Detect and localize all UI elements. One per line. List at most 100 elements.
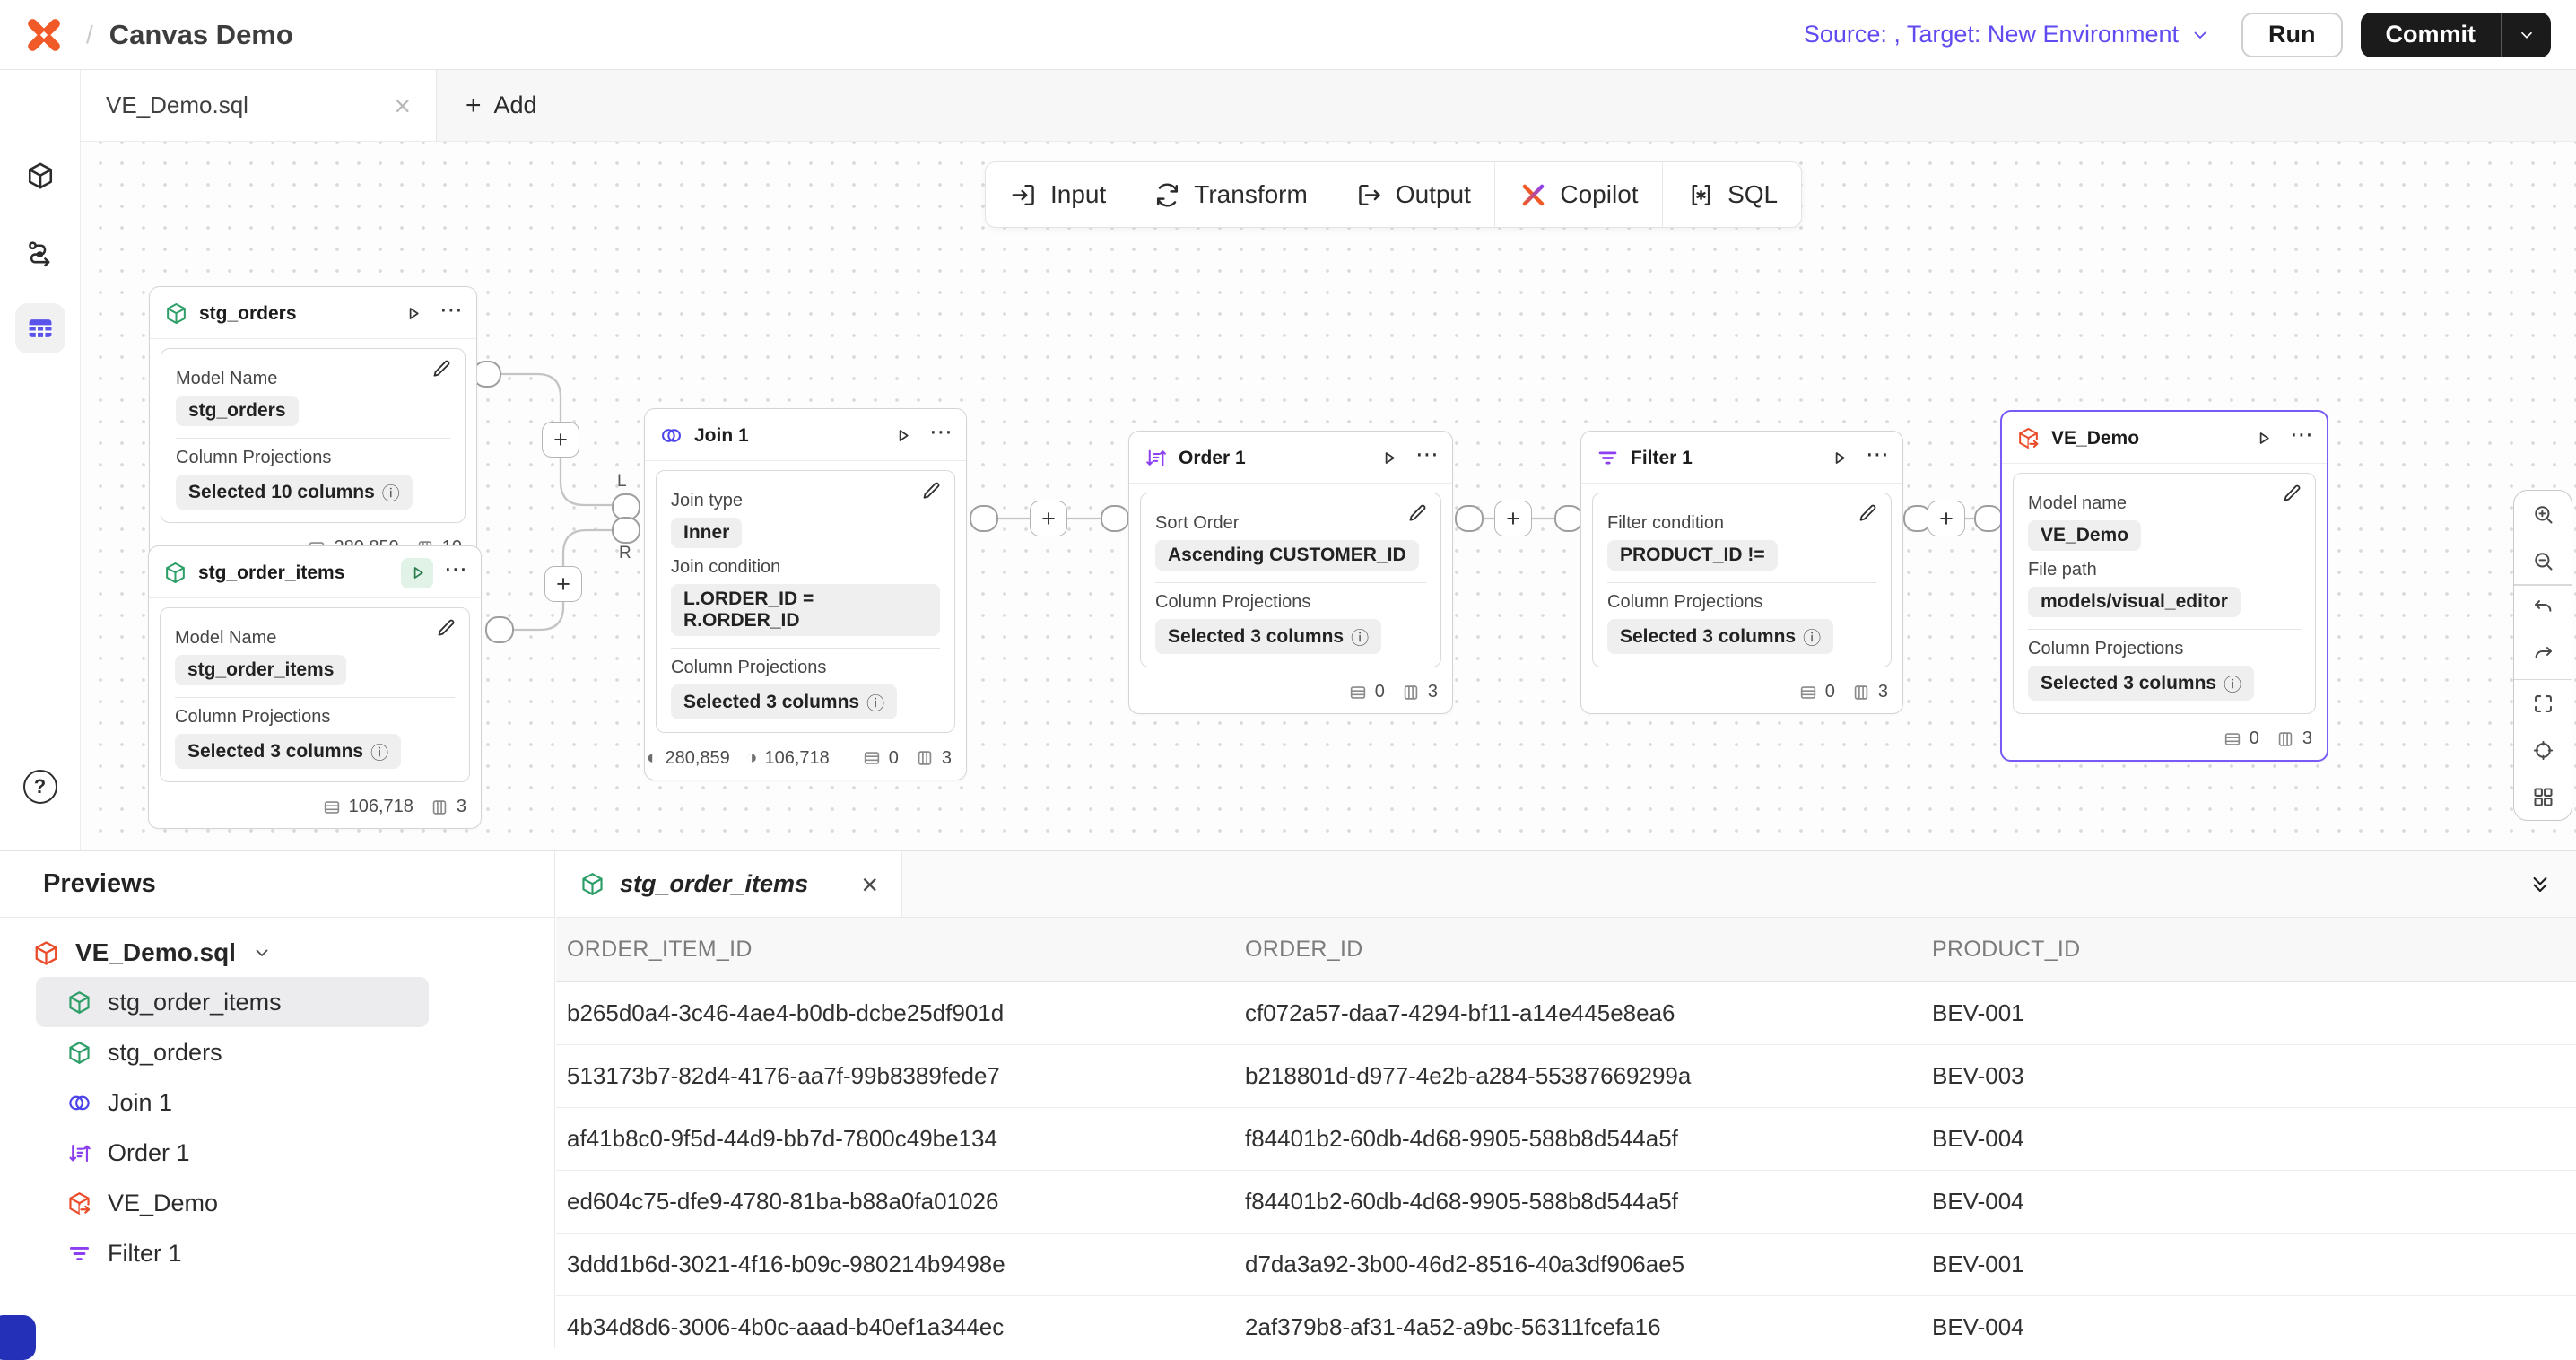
field-value-chip[interactable]: Selected 3 columnsⓘ bbox=[1155, 619, 1381, 654]
node-stats: ◐280,859 ◑106,718 0 3 bbox=[645, 742, 966, 780]
toolbar-input-button[interactable]: Input bbox=[986, 162, 1129, 227]
input-handle-left[interactable] bbox=[613, 494, 640, 519]
chevron-down-icon[interactable] bbox=[251, 942, 273, 963]
field-value-chip[interactable]: models/visual_editor bbox=[2028, 587, 2241, 617]
more-options-button[interactable]: ⋯ bbox=[439, 296, 464, 331]
chat-widget-button[interactable] bbox=[0, 1315, 36, 1360]
input-handle-right[interactable] bbox=[613, 518, 640, 543]
edit-pencil-icon[interactable] bbox=[2281, 483, 2304, 506]
node-join-1[interactable]: Join 1 ⋯ Join type Inner Join condition … bbox=[644, 408, 967, 780]
field-value-chip[interactable]: Ascending CUSTOMER_ID bbox=[1155, 540, 1419, 571]
field-value-chip[interactable]: Selected 10 columnsⓘ bbox=[176, 475, 413, 510]
play-button[interactable] bbox=[1372, 443, 1405, 474]
zoom-in-button[interactable] bbox=[2514, 491, 2572, 537]
output-handle[interactable] bbox=[970, 506, 997, 531]
more-options-button[interactable]: ⋯ bbox=[1866, 440, 1890, 475]
add-tab-button[interactable]: + Add bbox=[437, 70, 566, 141]
toolbar-sql-button[interactable]: SQL bbox=[1663, 162, 1801, 227]
node-stg-order-items[interactable]: stg_order_items ⋯ Model Name stg_order_i… bbox=[148, 545, 482, 829]
play-button[interactable] bbox=[401, 558, 433, 588]
cell-order-id: 2af379b8-af31-4a52-a9bc-56311fcefa16 bbox=[1234, 1313, 1921, 1341]
tree-item-join-1[interactable]: Join 1 bbox=[36, 1077, 429, 1128]
tree-item-order-1[interactable]: Order 1 bbox=[36, 1128, 429, 1178]
locate-button[interactable] bbox=[2514, 727, 2572, 773]
field-value-chip[interactable]: Selected 3 columnsⓘ bbox=[175, 734, 401, 769]
help-button[interactable]: ? bbox=[23, 770, 57, 804]
close-icon[interactable]: × bbox=[394, 92, 411, 120]
tree-item-stg-orders[interactable]: stg_orders bbox=[36, 1027, 429, 1077]
commit-dropdown-button[interactable] bbox=[2502, 13, 2551, 57]
run-button[interactable]: Run bbox=[2241, 13, 2342, 57]
rail-table-button[interactable] bbox=[15, 303, 65, 353]
field-value-chip[interactable]: Selected 3 columnsⓘ bbox=[671, 684, 897, 719]
field-value-chip[interactable]: Inner bbox=[671, 518, 742, 548]
more-options-button[interactable]: ⋯ bbox=[2290, 421, 2314, 456]
node-filter-1[interactable]: Filter 1 ⋯ Filter condition PRODUCT_ID !… bbox=[1580, 431, 1903, 714]
edit-pencil-icon[interactable] bbox=[1857, 502, 1880, 526]
input-handle[interactable] bbox=[1975, 506, 2002, 531]
rail-pipeline-button[interactable] bbox=[15, 228, 65, 278]
preview-tab-stg-order-items[interactable]: stg_order_items × bbox=[556, 851, 902, 917]
add-node-on-edge-button[interactable]: + bbox=[542, 422, 579, 458]
play-button[interactable] bbox=[396, 299, 429, 329]
environment-selector[interactable]: Source: , Target: New Environment bbox=[1804, 21, 2211, 48]
add-node-on-edge-button[interactable]: + bbox=[1030, 501, 1067, 536]
output-handle[interactable] bbox=[474, 362, 500, 387]
info-icon[interactable]: ⓘ bbox=[1351, 623, 1369, 649]
tree-file-ve-demo-sql[interactable]: VE_Demo.sql bbox=[0, 928, 554, 977]
edit-pencil-icon[interactable] bbox=[920, 480, 944, 503]
toolbar-transform-button[interactable]: Transform bbox=[1129, 162, 1331, 227]
field-value-chip[interactable]: stg_orders bbox=[176, 396, 299, 426]
add-node-on-edge-button[interactable]: + bbox=[544, 566, 582, 602]
toolbar-copilot-button[interactable]: Copilot bbox=[1495, 162, 1661, 227]
edit-pencil-icon[interactable] bbox=[431, 358, 454, 381]
edit-pencil-icon[interactable] bbox=[1406, 502, 1430, 526]
cell-order-id: f84401b2-60db-4d68-9905-588b8d544a5f bbox=[1234, 1188, 1921, 1216]
fit-view-button[interactable] bbox=[2514, 680, 2572, 727]
tab-ve-demo-sql[interactable]: VE_Demo.sql × bbox=[81, 70, 437, 141]
tree-item-stg-order-items[interactable]: stg_order_items bbox=[36, 977, 429, 1027]
collapse-panel-button[interactable] bbox=[2504, 851, 2576, 917]
field-value-chip[interactable]: VE_Demo bbox=[2028, 520, 2141, 551]
add-node-on-edge-button[interactable]: + bbox=[1494, 501, 1532, 536]
rail-models-button[interactable] bbox=[15, 151, 65, 201]
edit-pencil-icon[interactable] bbox=[435, 617, 458, 641]
play-button[interactable] bbox=[2247, 423, 2279, 454]
undo-button[interactable] bbox=[2514, 586, 2572, 632]
input-handle[interactable] bbox=[1555, 506, 1582, 531]
output-handle[interactable] bbox=[1456, 506, 1483, 531]
field-value-chip[interactable]: Selected 3 columnsⓘ bbox=[2028, 666, 2254, 701]
more-options-button[interactable]: ⋯ bbox=[929, 418, 953, 453]
field-value-chip[interactable]: Selected 3 columnsⓘ bbox=[1607, 619, 1833, 654]
zoom-out-button[interactable] bbox=[2514, 537, 2572, 584]
canvas[interactable]: L R + + + + + Input Transform Output Cop… bbox=[81, 142, 2576, 850]
toolbar-transform-label: Transform bbox=[1194, 180, 1308, 209]
field-value-chip[interactable]: stg_order_items bbox=[175, 655, 346, 685]
info-icon[interactable]: ⓘ bbox=[1803, 623, 1821, 649]
close-icon[interactable]: × bbox=[861, 870, 878, 899]
more-options-button[interactable]: ⋯ bbox=[1415, 440, 1440, 475]
input-handle[interactable] bbox=[1101, 506, 1128, 531]
field-value-chip[interactable]: PRODUCT_ID != bbox=[1607, 540, 1778, 571]
play-button[interactable] bbox=[886, 421, 918, 451]
info-icon[interactable]: ⓘ bbox=[866, 689, 884, 715]
node-order-1[interactable]: Order 1 ⋯ Sort Order Ascending CUSTOMER_… bbox=[1128, 431, 1453, 714]
add-node-on-edge-button[interactable]: + bbox=[1928, 501, 1965, 536]
brand-logo-icon[interactable] bbox=[25, 16, 63, 54]
output-icon bbox=[1354, 180, 1384, 210]
node-stg-orders[interactable]: stg_orders ⋯ Model Name stg_orders Colum… bbox=[149, 286, 477, 570]
info-icon[interactable]: ⓘ bbox=[370, 738, 388, 764]
redo-button[interactable] bbox=[2514, 632, 2572, 679]
more-options-button[interactable]: ⋯ bbox=[444, 555, 468, 590]
tree-item-ve-demo[interactable]: VE_Demo bbox=[36, 1178, 429, 1228]
info-icon[interactable]: ⓘ bbox=[382, 479, 400, 505]
layout-grid-button[interactable] bbox=[2514, 773, 2572, 820]
commit-button[interactable]: Commit bbox=[2361, 13, 2502, 57]
node-ve-demo[interactable]: VE_Demo ⋯ Model name VE_Demo File path m… bbox=[2000, 410, 2328, 762]
field-value-chip[interactable]: L.ORDER_ID = R.ORDER_ID bbox=[671, 584, 940, 636]
output-handle[interactable] bbox=[486, 617, 513, 642]
toolbar-output-button[interactable]: Output bbox=[1331, 162, 1494, 227]
tree-item-filter-1[interactable]: Filter 1 bbox=[36, 1228, 429, 1278]
play-button[interactable] bbox=[1823, 443, 1855, 474]
info-icon[interactable]: ⓘ bbox=[2224, 670, 2241, 696]
